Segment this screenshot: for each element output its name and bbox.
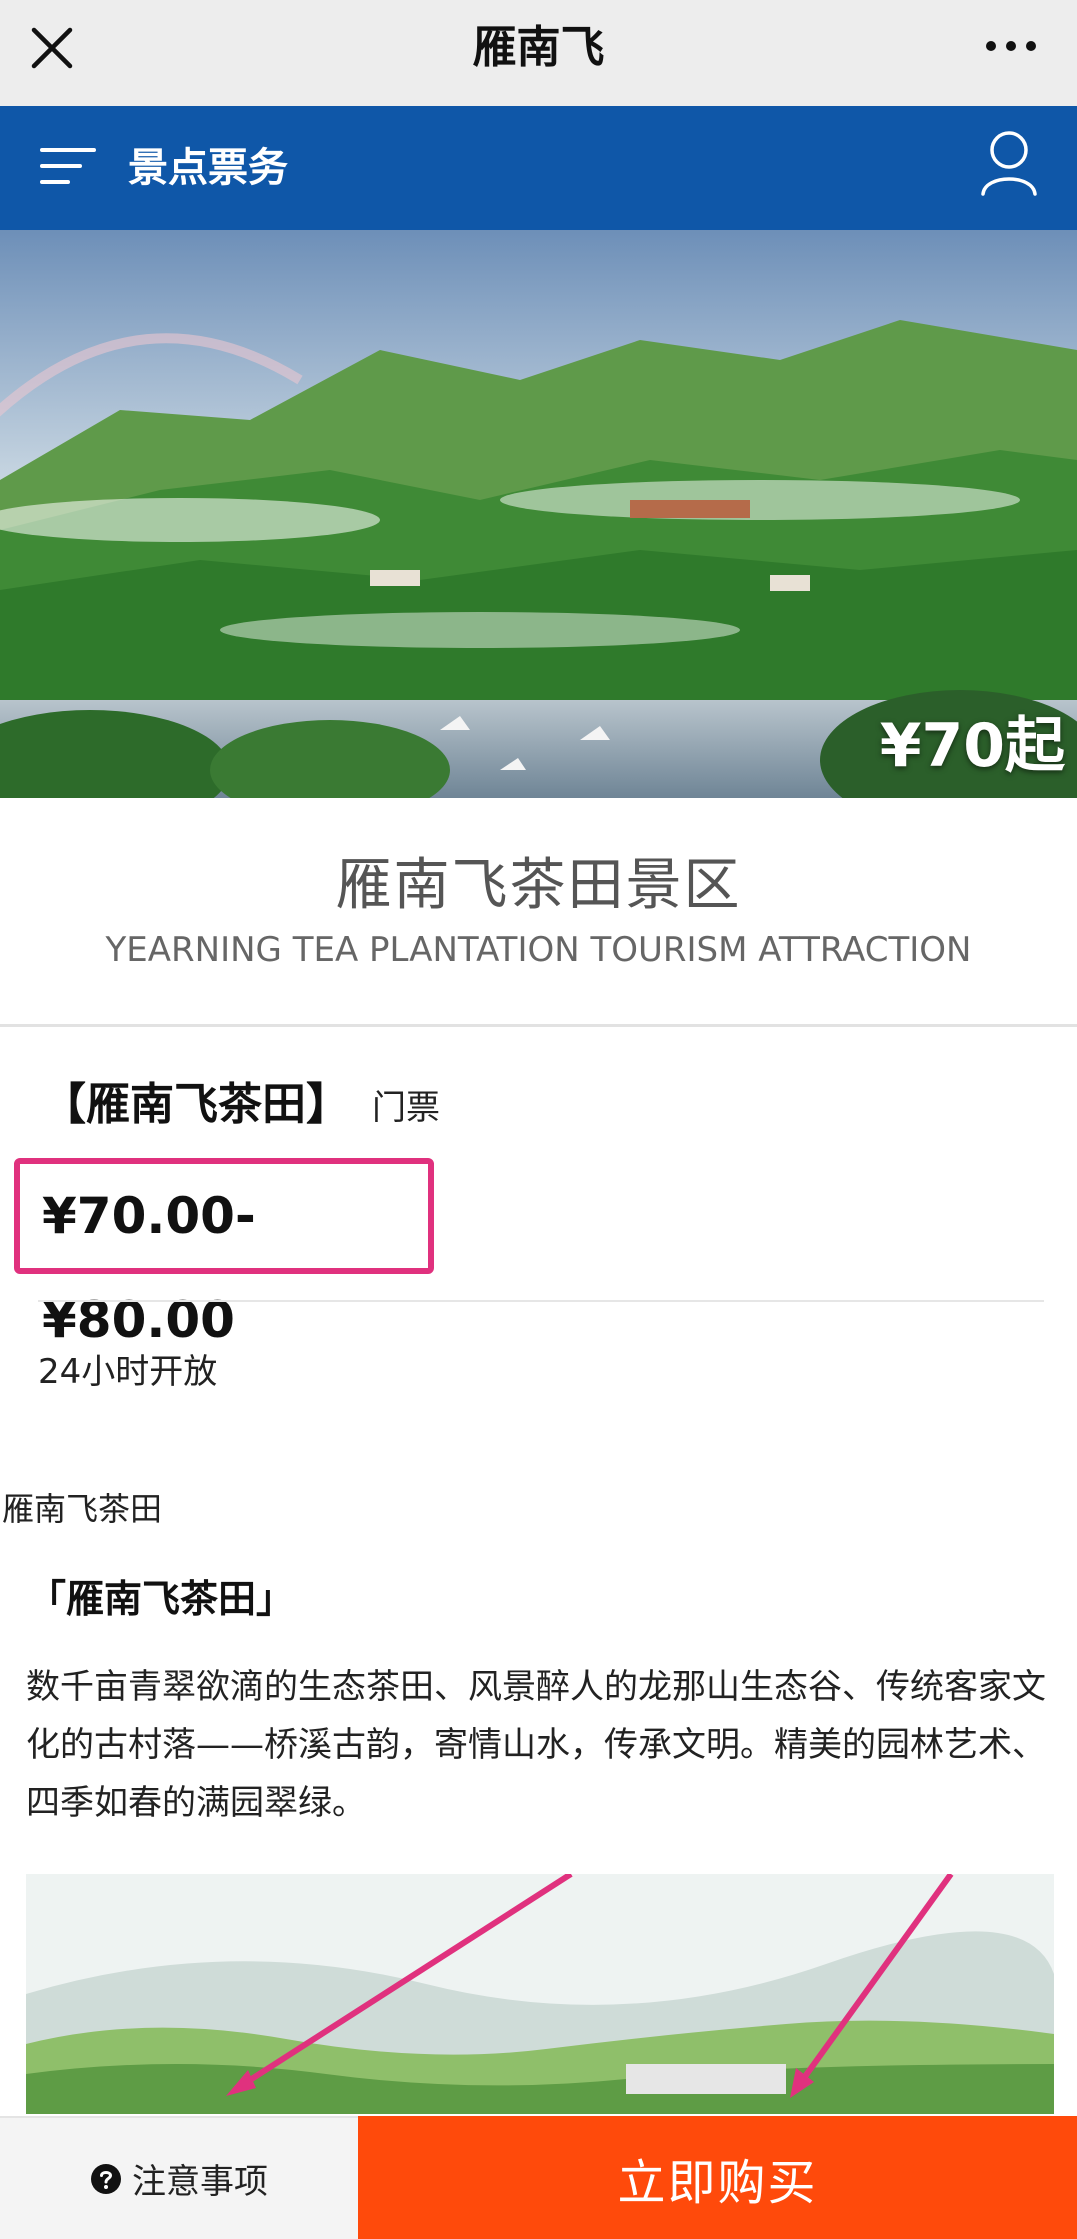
article-image xyxy=(26,1874,1054,2114)
wechat-title-bar: 雁南飞 xyxy=(0,0,1077,106)
price-highlight-box: ¥70.00-¥80.00 xyxy=(14,1158,434,1349)
question-circle-icon xyxy=(91,2163,121,2194)
article-body: 数千亩青翠欲滴的生态茶田、风景醉人的龙那山生态谷、传统客家文化的古村落——桥溪古… xyxy=(26,1667,1046,1823)
price-range: ¥70.00-¥80.00 xyxy=(42,1187,256,1349)
hero-banner: ¥70起 xyxy=(0,230,1077,798)
buy-now-button[interactable]: 立即购买 xyxy=(358,2116,1077,2239)
more-dots-icon[interactable] xyxy=(983,24,1039,68)
notice-button[interactable]: 注意事项 xyxy=(0,2116,358,2239)
article-heading: 雁南飞茶田 xyxy=(2,1490,163,1528)
notice-label: 注意事项 xyxy=(132,2162,268,2202)
article-subheading: 「雁南飞茶田」 xyxy=(28,1577,295,1621)
article-landscape-image xyxy=(26,1874,1054,2114)
site-title: 景点票务 xyxy=(128,145,288,191)
open-hours: 24小时开放 xyxy=(38,1352,218,1392)
buy-now-label: 立即购买 xyxy=(617,2154,818,2211)
menu-icon[interactable] xyxy=(40,144,96,192)
ticket-type: 门票 xyxy=(372,1088,440,1128)
hero-price-badge: ¥70起 xyxy=(879,711,1065,781)
ticket-name: 【雁南飞茶田】 xyxy=(42,1079,350,1130)
site-header: 景点票务 xyxy=(0,106,1077,230)
ticket-divider xyxy=(38,1300,1044,1302)
bottom-action-bar: 注意事项 立即购买 xyxy=(0,2116,1077,2239)
wechat-page-title: 雁南飞 xyxy=(472,22,605,73)
section-divider xyxy=(0,1024,1077,1027)
scenic-subtitle: YEARNING TEA PLANTATION TOURISM ATTRACTI… xyxy=(105,930,972,970)
scenic-title: 雁南飞茶田景区 xyxy=(335,853,742,918)
user-icon[interactable] xyxy=(979,128,1039,198)
